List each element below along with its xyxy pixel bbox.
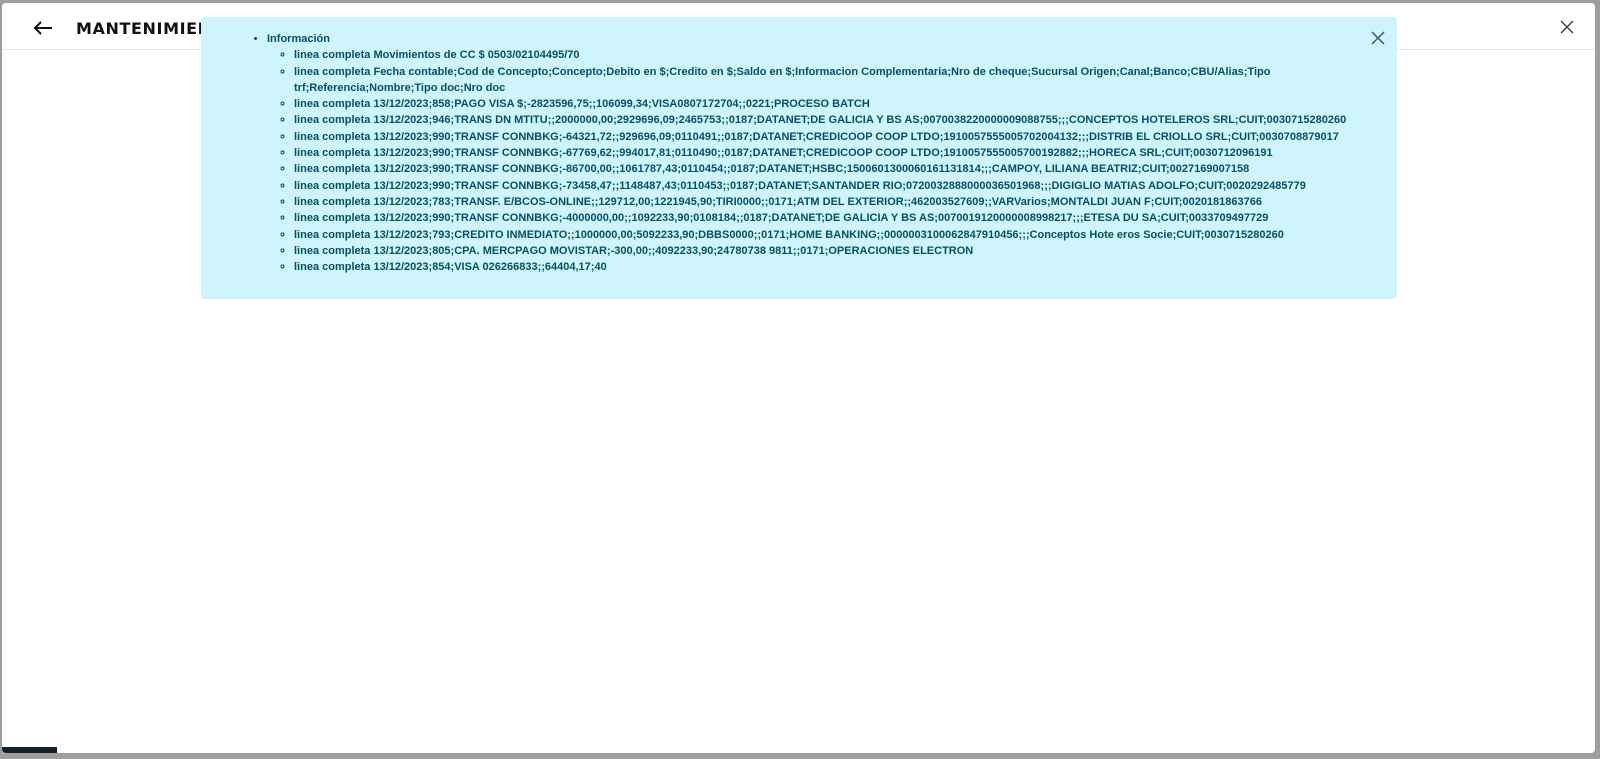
taskbar-fragment <box>2 747 57 753</box>
info-line: linea completa 13/12/2023;990;TRANSF CON… <box>294 210 1347 226</box>
back-button[interactable] <box>30 17 56 39</box>
info-line: linea completa 13/12/2023;990;TRANSF CON… <box>294 129 1347 145</box>
info-line: linea completa 13/12/2023;805;CPA. MERCP… <box>294 243 1347 259</box>
info-alert: Información linea completa Movimientos d… <box>201 17 1397 299</box>
close-window-button[interactable] <box>1559 19 1575 35</box>
info-line: linea completa Fecha contable;Cod de Con… <box>294 64 1347 97</box>
info-line: linea completa 13/12/2023;990;TRANSF CON… <box>294 161 1347 177</box>
info-list: Información linea completa Movimientos d… <box>267 31 1347 275</box>
alert-close-button[interactable] <box>1371 31 1385 45</box>
info-line: linea completa Movimientos de CC $ 0503/… <box>294 47 1347 63</box>
main-window: MANTENIMIENTO Información linea completa… <box>2 3 1595 753</box>
close-icon <box>1560 20 1574 34</box>
arrow-left-icon <box>33 21 52 35</box>
info-line: linea completa 13/12/2023;990;TRANSF CON… <box>294 145 1347 161</box>
info-lines-list: linea completa Movimientos de CC $ 0503/… <box>267 47 1347 275</box>
info-list-item: Información linea completa Movimientos d… <box>267 31 1347 275</box>
close-icon <box>1371 31 1385 45</box>
info-line: linea completa 13/12/2023;858;PAGO VISA … <box>294 96 1347 112</box>
info-line: linea completa 13/12/2023;854;VISA 02626… <box>294 259 1347 275</box>
info-line: linea completa 13/12/2023;793;CREDITO IN… <box>294 227 1347 243</box>
info-line: linea completa 13/12/2023;783;TRANSF. E/… <box>294 194 1347 210</box>
info-line: linea completa 13/12/2023;946;TRANS DN M… <box>294 112 1347 128</box>
info-line: linea completa 13/12/2023;990;TRANSF CON… <box>294 178 1347 194</box>
info-heading: Información <box>267 33 330 45</box>
